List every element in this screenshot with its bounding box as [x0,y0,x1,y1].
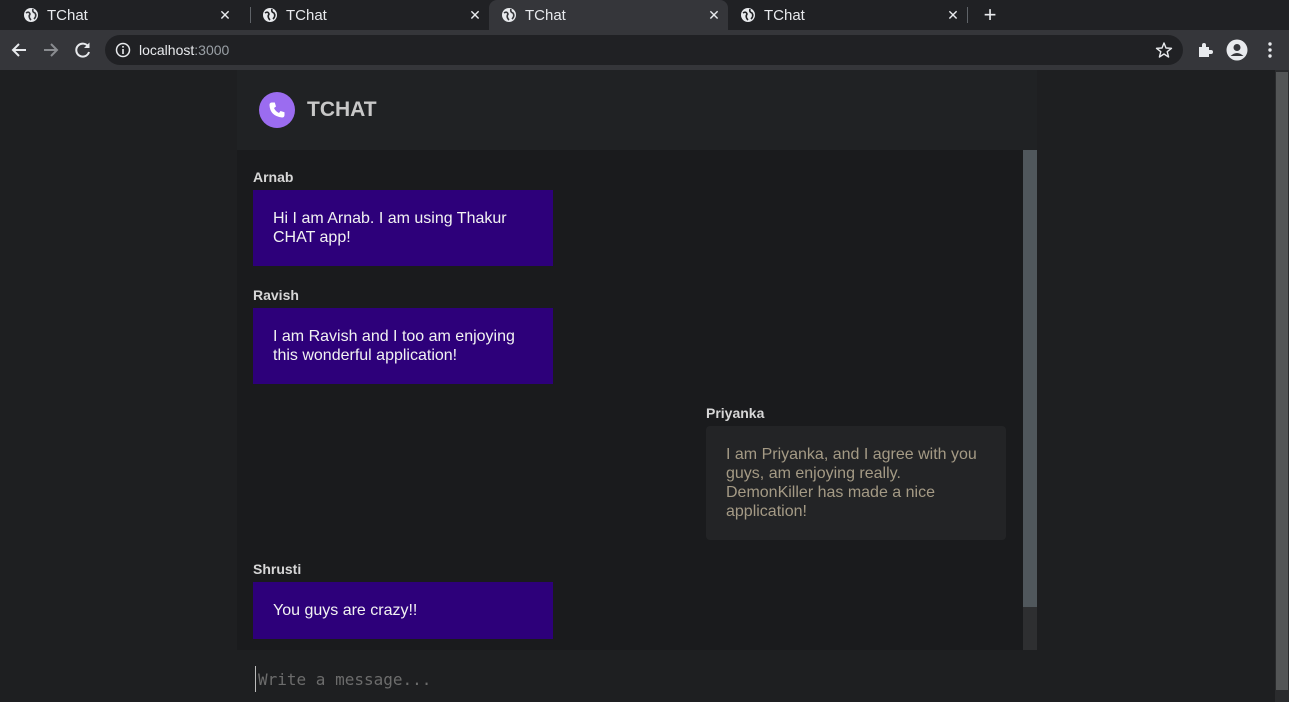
app-header: TCHAT [237,70,1037,150]
profile-avatar-icon[interactable] [1226,39,1248,61]
tab-title: TChat [47,6,88,24]
message-input[interactable] [255,666,1015,692]
message-sender: Shrusti [253,561,302,577]
close-icon[interactable]: ✕ [945,7,961,23]
message-bubble: I am Ravish and I too am enjoying this w… [253,308,553,384]
extensions-puzzle-icon[interactable] [1194,39,1216,61]
close-icon[interactable]: ✕ [706,7,722,23]
chat-scrollbar[interactable] [1023,150,1037,650]
chat-app: TCHAT Arnab Hi I am Arnab. I am using Th… [237,70,1037,702]
browser-toolbar: localhost:3000 [0,30,1289,70]
globe-icon [263,8,277,22]
message-bubble: You guys are crazy!! [253,582,553,639]
globe-icon [502,8,516,22]
url-host: localhost [139,42,195,58]
close-icon[interactable]: ✕ [467,7,483,23]
browser-tab-active[interactable]: TChat ✕ [489,0,728,30]
new-tab-button[interactable]: + [980,4,1000,26]
url-text: localhost:3000 [139,42,229,58]
chat-scrollbar-thumb[interactable] [1023,150,1037,607]
address-bar[interactable]: localhost:3000 [105,35,1183,65]
tab-title: TChat [764,6,805,24]
message-list[interactable]: Arnab Hi I am Arnab. I am using Thakur C… [237,150,1037,650]
message-item: Shrusti You guys are crazy!! [253,561,553,639]
browser-tab-bar: TChat ✕ TChat ✕ TChat ✕ TChat ✕ + [0,0,1289,30]
message-sender: Arnab [253,169,294,185]
forward-arrow-icon[interactable] [41,40,61,60]
message-bubble: I am Priyanka, and I agree with you guys… [706,426,1006,540]
message-sender: Priyanka [706,405,765,421]
globe-icon [24,8,38,22]
tab-title: TChat [525,6,566,24]
page-scrollbar[interactable] [1275,70,1289,702]
message-sender: Ravish [253,287,299,303]
page-scrollbar-thumb[interactable] [1276,72,1288,690]
message-bubble: Hi I am Arnab. I am using Thakur CHAT ap… [253,190,553,266]
info-icon[interactable] [115,42,131,58]
back-arrow-icon[interactable] [9,40,29,60]
app-title: TCHAT [307,98,377,121]
message-item: Priyanka I am Priyanka, and I agree with… [706,405,1006,540]
browser-tab[interactable]: TChat ✕ [250,0,489,30]
message-item: Ravish I am Ravish and I too am enjoying… [253,287,553,384]
url-port: :3000 [194,42,230,58]
close-icon[interactable]: ✕ [217,7,233,23]
phone-logo [259,92,295,128]
message-item: Arnab Hi I am Arnab. I am using Thakur C… [253,169,553,266]
bookmark-star-icon[interactable] [1155,41,1173,59]
message-composer [237,650,1037,702]
globe-icon [741,8,755,22]
tab-title: TChat [286,6,327,24]
reload-icon[interactable] [73,40,93,60]
browser-tab[interactable]: TChat ✕ [0,0,239,30]
tab-divider [967,7,968,23]
phone-icon [269,102,285,118]
browser-tab[interactable]: TChat ✕ [728,0,967,30]
more-menu-icon[interactable] [1259,39,1281,61]
page-viewport: TCHAT Arnab Hi I am Arnab. I am using Th… [0,70,1289,702]
